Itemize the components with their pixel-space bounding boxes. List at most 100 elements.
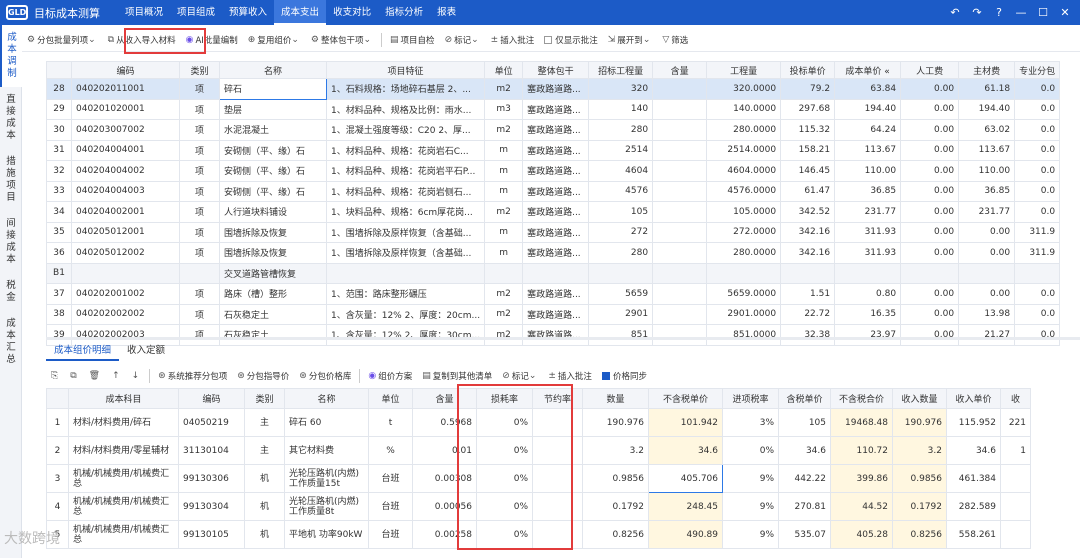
table-cell[interactable]: m <box>484 242 524 264</box>
table-cell[interactable]: 040203007002 <box>71 119 180 141</box>
table-cell[interactable]: 0.0 <box>1014 78 1061 100</box>
table-cell[interactable]: 64.24 <box>834 119 902 141</box>
table-cell[interactable]: 190.976 <box>582 408 649 437</box>
table-row[interactable]: 29 040201020001 项垫层 1、材料品种、规格及比例：雨水... m3 塞政路… <box>46 98 1061 120</box>
recommend-subcontract-button[interactable]: ⊛ 系统推荐分包项 <box>153 366 232 386</box>
table-cell[interactable]: 材料/材料费用/零星辅材 <box>68 436 179 465</box>
table-row[interactable]: B1 交叉道路管槽恢复 <box>46 262 1061 284</box>
table-row[interactable]: 38 040202002002 项石灰稳定土 1、含灰量：12% 2、厚度：20cm.… <box>46 303 1061 325</box>
column-header[interactable]: 项目特征 <box>325 61 486 79</box>
copy-icon[interactable]: ⎘ <box>46 366 65 386</box>
import-from-income-button[interactable]: ⧉ 从收入导入材料 <box>103 30 181 50</box>
table-cell[interactable]: 0.00 <box>900 78 960 100</box>
table-cell[interactable]: 交叉道路管槽恢复 <box>219 262 327 284</box>
table-cell[interactable] <box>532 408 583 437</box>
table-cell[interactable]: 塞政路道路... <box>522 98 590 120</box>
table-cell[interactable]: 项 <box>179 242 220 264</box>
sidebar-item-direct-cost[interactable]: 直接成本 <box>0 87 22 149</box>
table-cell[interactable]: 115.32 <box>780 119 836 141</box>
filter-button[interactable]: ▽ 筛选 <box>657 30 693 50</box>
table-cell[interactable]: 101.942 <box>648 408 723 437</box>
column-header[interactable]: 单位 <box>484 61 524 79</box>
table-cell[interactable]: 16.35 <box>834 303 902 325</box>
table-cell[interactable]: 0% <box>476 520 533 549</box>
table-cell[interactable] <box>834 262 902 284</box>
table-cell[interactable]: 塞政路道路... <box>522 242 590 264</box>
column-header[interactable]: 名称 <box>284 388 369 409</box>
table-cell[interactable]: 0.00 <box>900 139 960 161</box>
column-header[interactable]: 名称 <box>219 61 327 79</box>
minimize-icon[interactable]: — <box>1010 6 1032 19</box>
table-cell[interactable] <box>532 436 583 465</box>
table-row[interactable]: 36 040205012002 项围墙拆除及恢复 1、围墙拆除及原样恢复（含基础...… <box>46 242 1061 264</box>
table-cell[interactable]: m <box>484 221 524 243</box>
table-cell[interactable] <box>325 262 486 284</box>
table-cell[interactable]: 0.1792 <box>582 492 649 521</box>
table-cell[interactable]: 31130104 <box>178 436 245 465</box>
table-cell[interactable]: 0% <box>476 492 533 521</box>
table-cell[interactable]: 光轮压路机(内燃) 工作质量8t <box>284 492 369 521</box>
table-cell[interactable]: 280 <box>588 242 654 264</box>
table-cell[interactable]: 36.85 <box>834 180 902 202</box>
table-cell[interactable]: 9% <box>722 464 779 493</box>
table-cell[interactable]: 水泥混凝土 <box>219 119 327 141</box>
table-cell[interactable]: 人行道块料铺设 <box>219 201 327 223</box>
table-cell[interactable]: 项 <box>179 119 220 141</box>
column-header[interactable]: 收 <box>1000 388 1031 409</box>
table-cell[interactable]: 272 <box>588 221 654 243</box>
table-row[interactable]: 3 机械/机械费用/机械费汇总 99130306 机光轮压路机(内燃) 工作质量15t… <box>46 464 1031 493</box>
table-cell[interactable]: 材料/材料费用/碎石 <box>68 408 179 437</box>
table-row[interactable]: 37 040202001002 项路床（槽）整形 1、范围：路床整形碾压 m2 塞政路道路… <box>46 283 1061 305</box>
table-cell[interactable]: 110.00 <box>958 160 1016 182</box>
table-cell[interactable]: 1、材料品种、规格及比例：雨水... <box>325 98 486 120</box>
table-cell[interactable]: 535.07 <box>778 520 831 549</box>
table-cell[interactable]: 99130306 <box>178 464 245 493</box>
table-cell[interactable]: 项 <box>179 78 220 100</box>
table-cell[interactable]: 1、含灰量：12% 2、厚度：20cm... <box>325 303 486 325</box>
table-cell[interactable]: 311.9 <box>1014 221 1061 243</box>
table-cell[interactable] <box>179 262 220 284</box>
table-cell[interactable]: 110.00 <box>834 160 902 182</box>
table-cell[interactable]: 040202002002 <box>71 303 180 325</box>
table-cell[interactable]: 851.0000 <box>706 324 782 346</box>
table-cell[interactable]: % <box>368 436 413 465</box>
table-row[interactable]: 31 040204004001 项安砌侧（平、缘）石 1、材料品种、规格：花岗岩石C.… <box>46 139 1061 161</box>
table-cell[interactable]: 机 <box>244 520 285 549</box>
table-cell[interactable]: 297.68 <box>780 98 836 120</box>
table-cell[interactable]: 040205012002 <box>71 242 180 264</box>
subcontract-guide-price-button[interactable]: ⊛ 分包指导价 <box>232 366 294 386</box>
table-cell[interactable]: 9% <box>722 492 779 521</box>
table-cell[interactable] <box>652 283 708 305</box>
table-cell[interactable]: 1、围墙拆除及原样恢复（含基础... <box>325 242 486 264</box>
table-cell[interactable]: 0.00 <box>900 242 960 264</box>
table-cell[interactable]: 1、材料品种、规格：花岗岩侧石... <box>325 180 486 202</box>
table-cell[interactable]: 115.952 <box>946 408 1001 437</box>
table-cell[interactable]: 项 <box>179 98 220 120</box>
table-cell[interactable]: 0.8256 <box>582 520 649 549</box>
column-header[interactable]: 人工费 <box>900 61 960 79</box>
table-cell[interactable]: 105 <box>778 408 831 437</box>
table-cell[interactable]: m2 <box>484 283 524 305</box>
table-cell[interactable]: 0.00 <box>958 283 1016 305</box>
tab-cost-pricing-detail[interactable]: 成本组价明细 <box>46 343 120 361</box>
table-cell[interactable] <box>652 324 708 346</box>
table-cell[interactable]: 1、材料品种、规格：花岗岩石C... <box>325 139 486 161</box>
table-cell[interactable] <box>958 262 1016 284</box>
table-cell[interactable]: 272.0000 <box>706 221 782 243</box>
table-cell[interactable]: 194.40 <box>834 98 902 120</box>
table-cell[interactable] <box>780 262 836 284</box>
table-cell[interactable] <box>652 160 708 182</box>
table-cell[interactable]: 项 <box>179 160 220 182</box>
table-cell[interactable]: 塞政路道路... <box>522 139 590 161</box>
table-cell[interactable]: 0.9856 <box>892 464 947 493</box>
table-cell[interactable]: 机械/机械费用/机械费汇总 <box>68 520 179 549</box>
table-cell[interactable]: 0.5968 <box>412 408 477 437</box>
table-cell[interactable]: 32.38 <box>780 324 836 346</box>
column-header[interactable]: 不含税单价 <box>648 388 723 409</box>
table-cell[interactable]: 机 <box>244 464 285 493</box>
table-cell[interactable]: 项 <box>179 283 220 305</box>
table-cell[interactable]: 0.00 <box>900 303 960 325</box>
table-cell[interactable]: 280.0000 <box>706 119 782 141</box>
nav-composition[interactable]: 项目组成 <box>170 0 222 25</box>
table-cell[interactable]: 0.1792 <box>892 492 947 521</box>
